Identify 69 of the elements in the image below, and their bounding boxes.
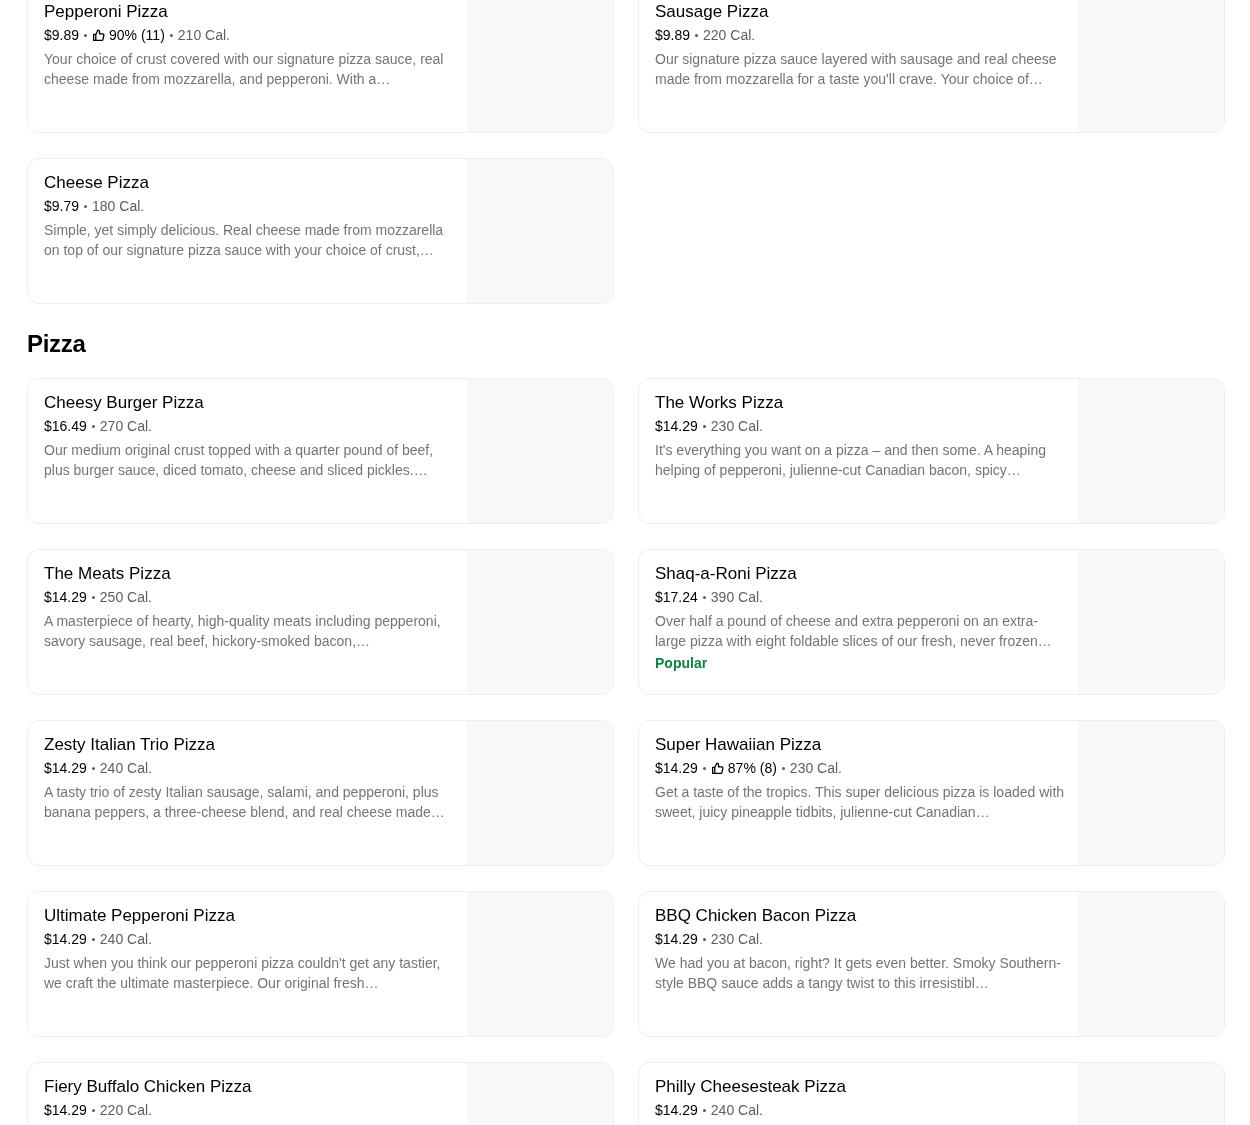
item-price: $14.29 (44, 1101, 87, 1120)
item-price: $14.29 (655, 417, 698, 436)
item-name: Zesty Italian Trio Pizza (44, 734, 216, 756)
menu-item-card[interactable]: Sausage Pizza $9.89 220 Cal. Our signature pizza sauce layered with sausage and real cheese made from mozzarella for a taste you'll crave. Your choice of… (638, 0, 1225, 133)
item-calories: 230 Cal. (710, 417, 763, 436)
item-name: BBQ Chicken Bacon Pizza (655, 905, 858, 927)
item-name: Sausage Pizza (655, 1, 770, 23)
menu-item-card[interactable]: Fiery Buffalo Chicken Pizza $14.29 220 Cal. (27, 1062, 614, 1125)
item-description: Simple, yet simply delicious. Real cheese made from mozzarella on top of our signature pizza sauce with your choice of crust,… (44, 221, 445, 260)
menu-item-card[interactable]: Zesty Italian Trio Pizza $14.29 240 Cal. A tasty trio of zesty Italian sausage, salami, and pepperoni, plus banana peppers, a three-cheese blend, and real cheese made… (27, 720, 614, 866)
item-description: Over half a pound of cheese and extra pepperoni on an extra-large pizza with eight foldable slices of our fresh, never frozen… (655, 612, 1053, 651)
item-description: Your choice of crust covered with our signature pizza sauce, real cheese made from mozzarella, and pepperoni. With a… (44, 50, 445, 89)
item-calories: 210 Cal. (177, 26, 230, 45)
thumbs-up-icon (710, 761, 724, 775)
menu-item-card[interactable]: BBQ Chicken Bacon Pizza $14.29 230 Cal. We had you at bacon, right? It gets even better. Smoky Southern-style BBQ sauce adds a tangy twist to this irresistibl… (638, 891, 1225, 1037)
menu-item-card[interactable]: Ultimate Pepperoni Pizza $14.29 240 Cal. Just when you think our pepperoni pizza couldn't get any tastier, we craft the ultimate masterpiece. Our original fresh… (27, 891, 614, 1037)
item-price: $14.29 (44, 759, 87, 778)
section-heading: Pizza (27, 329, 87, 359)
menu-item-card[interactable]: Cheesy Burger Pizza $16.49 270 Cal. Our medium original crust topped with a quarter pound of beef, plus burger sauce, diced tomato, cheese and sliced pickles.… (27, 378, 614, 524)
item-price: $14.29 (655, 1101, 698, 1120)
item-name: Pepperoni Pizza (44, 1, 169, 23)
item-rating: 90% (11) (109, 26, 165, 45)
item-price: $9.89 (655, 26, 691, 45)
item-name: The Works Pizza (655, 392, 785, 414)
item-price: $14.29 (655, 930, 698, 949)
popular-tag: Popular (655, 653, 708, 673)
item-price: $14.29 (44, 588, 87, 607)
item-calories: 220 Cal. (99, 1101, 152, 1120)
item-name: Philly Cheesesteak Pizza (655, 1076, 847, 1098)
item-price: $9.89 (44, 26, 80, 45)
item-calories: 250 Cal. (99, 588, 152, 607)
menu-item-card[interactable]: Shaq-a-Roni Pizza $17.24 390 Cal. Over half a pound of cheese and extra pepperoni on an extra-large pizza with eight foldable slices of our fresh, never frozen… Popular (638, 549, 1225, 695)
menu-item-card[interactable]: Super Hawaiian Pizza $14.29 87% (8) 230 Cal. Get a taste of the tropics. This super delicious pizza is loaded with sweet, juicy pineapple tidbits, julienne-cut Canadian… (638, 720, 1225, 866)
menu-item-card[interactable]: The Meats Pizza $14.29 250 Cal. A masterpiece of hearty, high-quality meats including pepperoni, savory sausage, real beef, hickory-smoked bacon,… (27, 549, 614, 695)
item-price: $9.79 (44, 197, 80, 216)
item-price: $14.29 (44, 930, 87, 949)
item-name: Super Hawaiian Pizza (655, 734, 823, 756)
item-price: $17.24 (655, 588, 698, 607)
item-name: Cheese Pizza (44, 172, 150, 194)
item-description: A tasty trio of zesty Italian sausage, salami, and pepperoni, plus banana peppers, a three-cheese blend, and real cheese made… (44, 783, 446, 822)
item-description: Get a taste of the tropics. This super delicious pizza is loaded with sweet, juicy pineapple tidbits, julienne-cut Canadian… (655, 783, 1066, 822)
item-price: $16.49 (44, 417, 87, 436)
item-calories: 270 Cal. (99, 417, 152, 436)
item-description: Our signature pizza sauce layered with sausage and real cheese made from mozzarella for a taste you'll crave. Your choice of… (655, 50, 1058, 89)
item-name: Cheesy Burger Pizza (44, 392, 205, 414)
item-calories: 230 Cal. (789, 759, 842, 778)
menu-item-card[interactable]: The Works Pizza $14.29 230 Cal. It's everything you want on a pizza – and then some. A heaping helping of pepperoni, julienne-cut Canadian bacon, spicy… (638, 378, 1225, 524)
item-calories: 240 Cal. (710, 1101, 763, 1120)
item-description: A masterpiece of hearty, high-quality meats including pepperoni, savory sausage, real beef, hickory-smoked bacon,… (44, 612, 442, 651)
item-rating: 87% (8) (727, 759, 777, 778)
item-name: Ultimate Pepperoni Pizza (44, 905, 236, 927)
item-name: The Meats Pizza (44, 563, 172, 585)
item-description: We had you at bacon, right? It gets even better. Smoky Southern-style BBQ sauce adds a tangy twist to this irresistibl… (655, 954, 1062, 993)
item-description: It's everything you want on a pizza – and then some. A heaping helping of pepperoni, julienne-cut Canadian bacon, spicy… (655, 441, 1048, 480)
menu-item-card[interactable]: Philly Cheesesteak Pizza $14.29 240 Cal. (638, 1062, 1225, 1125)
menu-item-card[interactable]: Cheese Pizza $9.79 180 Cal. Simple, yet simply delicious. Real cheese made from mozzarella on top of our signature pizza sauce with your choice of crust,… (27, 158, 614, 304)
item-calories: 220 Cal. (703, 26, 756, 45)
item-description: Just when you think our pepperoni pizza couldn't get any tastier, we craft the ultimate masterpiece. Our original fresh… (44, 954, 442, 993)
thumbs-up-icon (92, 28, 106, 42)
item-description: Our medium original crust topped with a quarter pound of beef, plus burger sauce, diced tomato, cheese and sliced pickles.… (44, 441, 435, 480)
item-calories: 230 Cal. (710, 930, 763, 949)
menu-item-card[interactable]: Pepperoni Pizza $9.89 90% (11) 210 Cal. Your choice of crust covered with our signature pizza sauce, real cheese made from mozzarella, and pepperoni. With a… (27, 0, 614, 133)
item-calories: 180 Cal. (92, 197, 145, 216)
item-name: Fiery Buffalo Chicken Pizza (44, 1076, 253, 1098)
item-calories: 240 Cal. (99, 930, 152, 949)
item-name: Shaq-a-Roni Pizza (655, 563, 798, 585)
item-calories: 390 Cal. (710, 588, 763, 607)
item-price: $14.29 (655, 759, 698, 778)
item-calories: 240 Cal. (99, 759, 152, 778)
